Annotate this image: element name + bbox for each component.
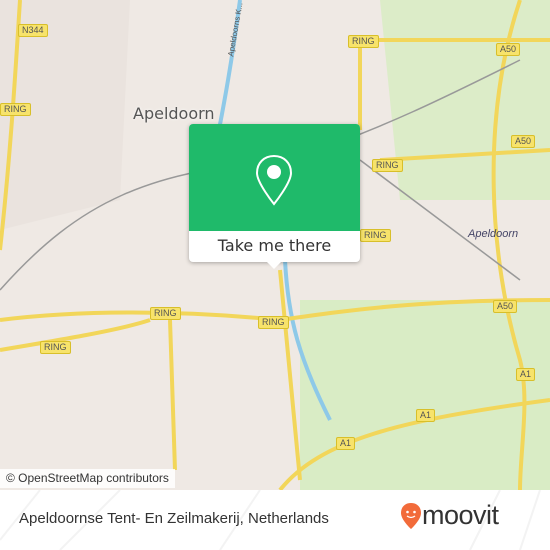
road-shield-a1: A1: [516, 368, 536, 381]
popup-pointer: [267, 262, 281, 269]
take-me-there-button[interactable]: Take me there: [189, 231, 360, 260]
map-pin-icon: [255, 154, 293, 206]
road-shield-ring: RING: [0, 103, 31, 116]
road-shield-a50: A50: [493, 300, 518, 313]
road-shield-a50: A50: [496, 43, 521, 56]
road-shield-a1: A1: [416, 409, 436, 422]
moovit-pin-icon: [401, 502, 421, 529]
road-shield-ring: RING: [150, 307, 181, 320]
road-shield-ring: RING: [348, 35, 379, 48]
take-me-there-popup[interactable]: Take me there: [189, 124, 360, 269]
place-name: Apeldoornse Tent- En Zeilmakerij, Nether…: [19, 510, 329, 527]
moovit-logo[interactable]: moovit: [400, 500, 499, 531]
road-shield-a50: A50: [511, 135, 536, 148]
road-shield-ring: RING: [360, 229, 391, 242]
road-shield-ring: RING: [40, 341, 71, 354]
road-shield-ring: RING: [258, 316, 289, 329]
moovit-wordmark: moovit: [422, 500, 499, 530]
city-label: Apeldoorn: [133, 104, 215, 123]
osm-attribution[interactable]: © OpenStreetMap contributors: [0, 469, 175, 488]
road-shield-a1: A1: [336, 437, 356, 450]
popup-header: [189, 124, 360, 231]
road-shield-ring: RING: [372, 159, 403, 172]
park-area: [380, 0, 550, 200]
road-shield-n344: N344: [18, 24, 48, 37]
area-label: Apeldoorn: [468, 228, 519, 240]
